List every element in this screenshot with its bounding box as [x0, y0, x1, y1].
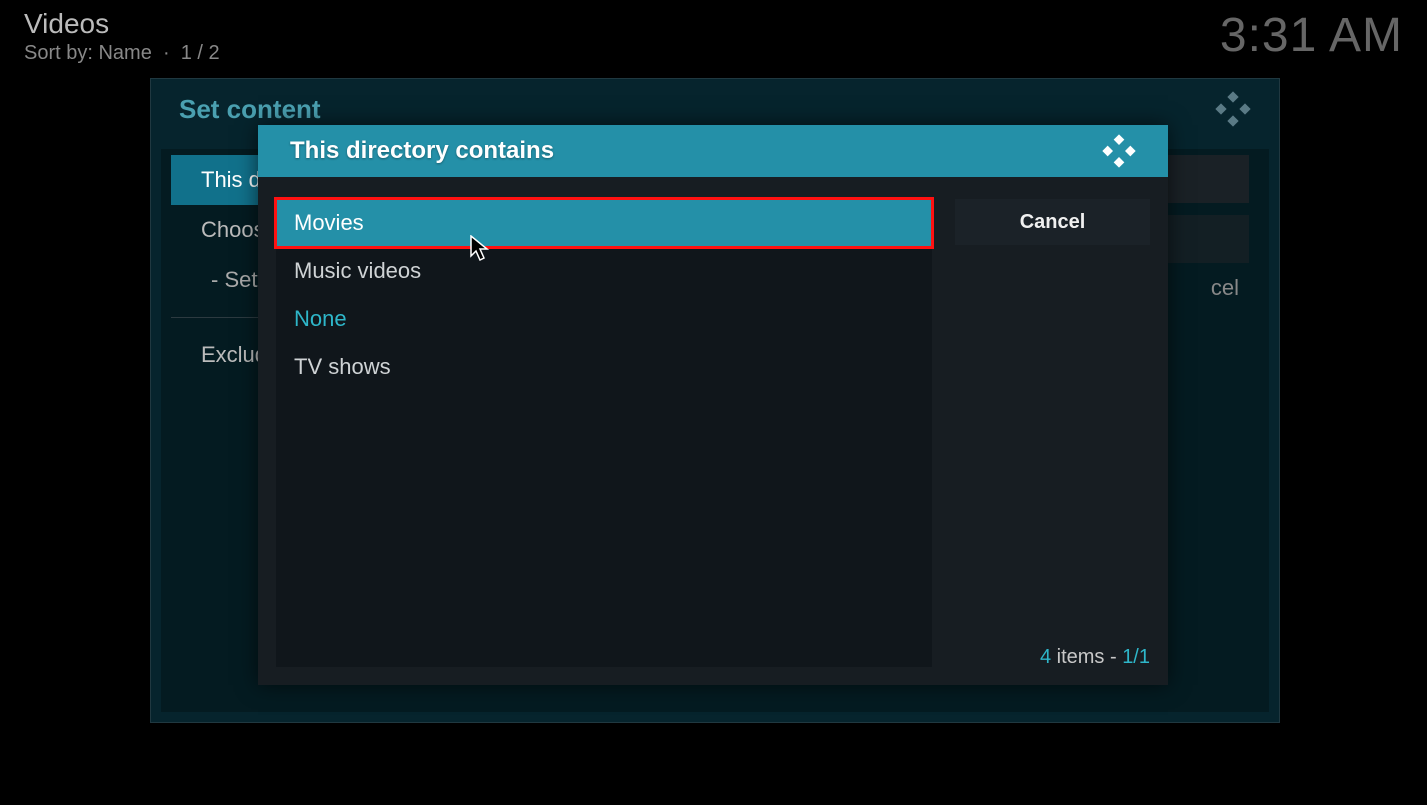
content-type-list: Movies Music videos None TV shows — [276, 199, 932, 667]
kodi-icon — [1215, 91, 1251, 127]
set-content-title: Set content — [179, 94, 321, 125]
clock: 3:31 AM — [1220, 8, 1403, 63]
sort-label[interactable]: Sort by: Name — [24, 42, 152, 64]
top-header-left: Videos Sort by: Name · 1 / 2 — [24, 8, 220, 65]
directory-contains-dialog: This directory contains Movies Music vid… — [258, 125, 1168, 685]
option-movies[interactable]: Movies — [276, 199, 932, 247]
cancel-button[interactable]: Cancel — [955, 199, 1150, 245]
section-title: Videos — [24, 8, 220, 40]
page-label: 1/1 — [1122, 646, 1150, 668]
directory-dialog-header: This directory contains — [258, 125, 1168, 177]
page-indicator: 1 / 2 — [181, 42, 220, 64]
option-tv-shows[interactable]: TV shows — [276, 343, 932, 391]
option-music-videos[interactable]: Music videos — [276, 247, 932, 295]
sort-separator: · — [157, 42, 180, 64]
directory-dialog-footer: 4 items - 1/1 — [1040, 646, 1150, 669]
directory-dialog-title: This directory contains — [290, 137, 554, 165]
items-label: items - — [1051, 646, 1122, 668]
sort-and-page: Sort by: Name · 1 / 2 — [24, 42, 220, 65]
option-none[interactable]: None — [276, 295, 932, 343]
directory-dialog-body: Movies Music videos None TV shows Cancel… — [276, 193, 1150, 667]
top-header: Videos Sort by: Name · 1 / 2 3:31 AM — [24, 8, 1403, 65]
kodi-icon — [1102, 134, 1136, 168]
item-count: 4 — [1040, 646, 1051, 668]
directory-dialog-right: Cancel — [955, 199, 1150, 245]
